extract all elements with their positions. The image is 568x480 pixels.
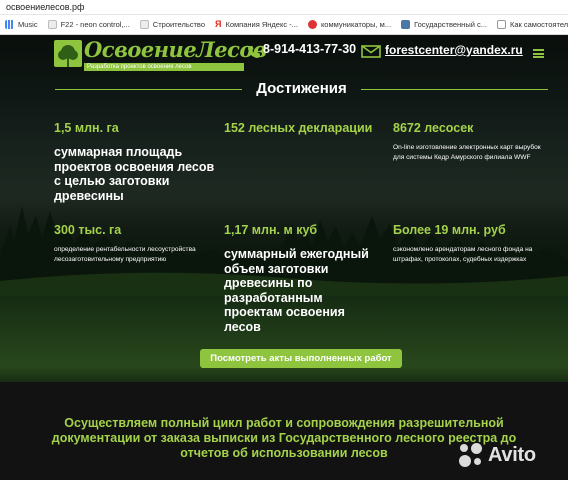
stat-volume: 1,17 млн. м куб суммарный ежегодный объе… [224,223,384,334]
site-header: ОсвоениеЛесов Разработка проектов освоен… [0,36,568,78]
stat-description: суммарная площадь проектов освоения лесо… [54,145,215,203]
bookmark-yandex[interactable]: Я Компания Яндекс -... [210,19,303,30]
file-icon [47,20,57,29]
avito-wordmark: Avito [488,443,536,466]
services-description: Осуществляем полный цикл работ и сопрово… [51,416,517,460]
section-header: Достижения [55,80,548,100]
stat-profitability: 300 тыс. га определение рентабельности л… [54,223,219,264]
bookmark-communicators[interactable]: коммуникаторы, м... [303,20,396,29]
doc-icon [496,20,506,29]
stat-declarations: 152 лесных декларации [224,121,384,135]
vk-icon [401,20,411,29]
bookmark-label: Как самостоятельн... [509,20,568,29]
view-acts-button[interactable]: Посмотреть акты выполненных работ [200,349,402,368]
avito-logo-icon [458,442,484,468]
avito-watermark: Avito [458,442,536,468]
address-bar[interactable]: освоениелесов.рф [0,0,568,15]
stat-number: Более 19 млн. руб [393,223,506,237]
tree-logo-icon[interactable] [54,40,82,67]
yandex-icon: Я [215,19,222,29]
stat-description: On-line изготовление электронных карт вы… [393,144,541,161]
bookmark-label: Music [18,20,38,29]
phone-number[interactable]: 8-914-413-77-30 [263,42,356,56]
stat-number: 152 лесных декларации [224,121,373,135]
bookmark-label: Строительство [152,20,205,29]
stat-cutting-areas: 8672 лесосек On-line изготовление электр… [393,121,543,162]
logo-subtitle: Разработка проектов освоения лесов [84,63,244,71]
bookmark-construction[interactable]: Строительство [135,20,210,29]
logo-title[interactable]: ОсвоениеЛесов [84,39,267,61]
bookmark-howto[interactable]: Как самостоятельн... [492,20,568,29]
bookmark-label: Государственный с... [414,20,487,29]
phone-icon [248,46,260,58]
mail-icon [361,45,381,58]
stat-number: 8672 лесосек [393,121,474,135]
bookmark-government[interactable]: Государственный с... [396,20,492,29]
email-link[interactable]: forestcenter@yandex.ru [385,43,523,57]
file-icon [139,20,149,29]
apps-icon [5,20,14,29]
bookmark-label: Компания Яндекс -... [225,20,298,29]
stat-area: 1,5 млн. га суммарная площадь проектов о… [54,121,224,203]
bookmark-label: коммуникаторы, м... [320,20,392,29]
bookmark-f22[interactable]: F22 - neon control,... [43,20,135,29]
stat-description: сэкономлено арендаторам лесного фонда на… [393,246,533,263]
site-icon [307,20,317,29]
stat-number: 1,17 млн. м куб [224,223,318,237]
stat-number: 1,5 млн. га [54,121,119,135]
page: ОсвоениеЛесов Разработка проектов освоен… [0,36,568,480]
hamburger-menu-icon[interactable] [533,49,544,58]
divider [361,89,548,90]
bookmarks-bar: Music F22 - neon control,... Строительст… [0,15,568,35]
stat-number: 300 тыс. га [54,223,122,237]
stat-description: суммарный ежегодный объем заготовки древ… [224,247,369,334]
bookmark-music[interactable]: Music [0,20,43,29]
stat-savings: Более 19 млн. руб сэкономлено арендатора… [393,223,553,264]
bookmark-label: F22 - neon control,... [60,20,130,29]
stat-description: определение рентабельности лесоустройств… [54,246,196,263]
